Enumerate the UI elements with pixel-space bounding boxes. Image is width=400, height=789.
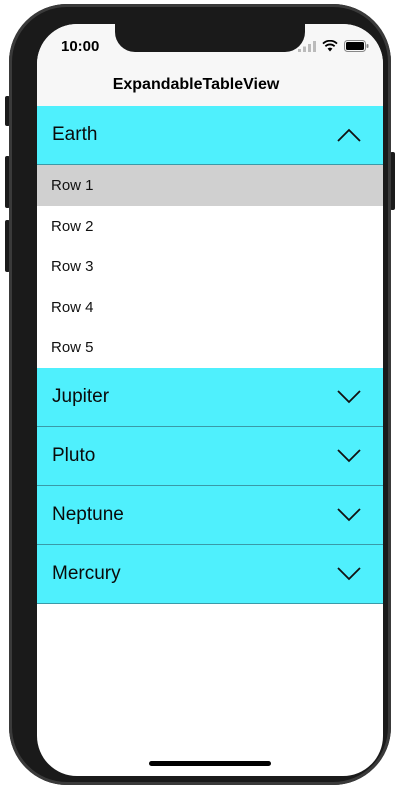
row-label: Row 4: [51, 298, 94, 316]
section-header-mercury[interactable]: Mercury: [37, 544, 383, 604]
battery-icon: [344, 40, 369, 52]
section-header-neptune[interactable]: Neptune: [37, 485, 383, 545]
screen: 10:00 ExpandableTableView Earth Row 1 Ro…: [37, 24, 383, 776]
table-row[interactable]: Row 3: [37, 246, 383, 287]
table-row[interactable]: Row 4: [37, 286, 383, 327]
section-title: Pluto: [52, 444, 96, 466]
section-title: Earth: [52, 124, 98, 145]
table-row[interactable]: Row 1: [37, 165, 383, 206]
expandable-table: Earth Row 1 Row 2 Row 3 Row 4 Row 5 Jupi…: [37, 106, 383, 604]
navigation-bar: ExpandableTableView: [37, 68, 383, 106]
home-indicator[interactable]: [149, 761, 271, 766]
row-label: Row 5: [51, 339, 94, 356]
status-time: 10:00: [61, 38, 100, 55]
section-title: Jupiter: [52, 385, 110, 407]
section-header-jupiter[interactable]: Jupiter: [37, 367, 383, 427]
chevron-down-icon: [337, 507, 361, 521]
chevron-down-icon: [337, 566, 361, 580]
section-title: Neptune: [52, 503, 124, 525]
section-title: Mercury: [52, 562, 121, 584]
device-frame: 10:00 ExpandableTableView Earth Row 1 Ro…: [9, 4, 391, 785]
chevron-down-icon: [337, 448, 361, 462]
chevron-up-icon: [337, 128, 361, 142]
row-label: Row 2: [51, 217, 94, 235]
nav-title: ExpandableTableView: [112, 76, 280, 93]
row-label: Row 1: [51, 177, 94, 194]
row-label: Row 3: [51, 258, 94, 275]
section-header-earth[interactable]: Earth: [37, 106, 383, 165]
table-row[interactable]: Row 2: [37, 205, 383, 246]
status-icons: [298, 40, 369, 52]
section-header-pluto[interactable]: Pluto: [37, 426, 383, 486]
chevron-down-icon: [337, 389, 361, 403]
camera-notch: [115, 24, 305, 52]
table-row[interactable]: Row 5: [37, 327, 383, 368]
wifi-icon: [322, 40, 338, 52]
